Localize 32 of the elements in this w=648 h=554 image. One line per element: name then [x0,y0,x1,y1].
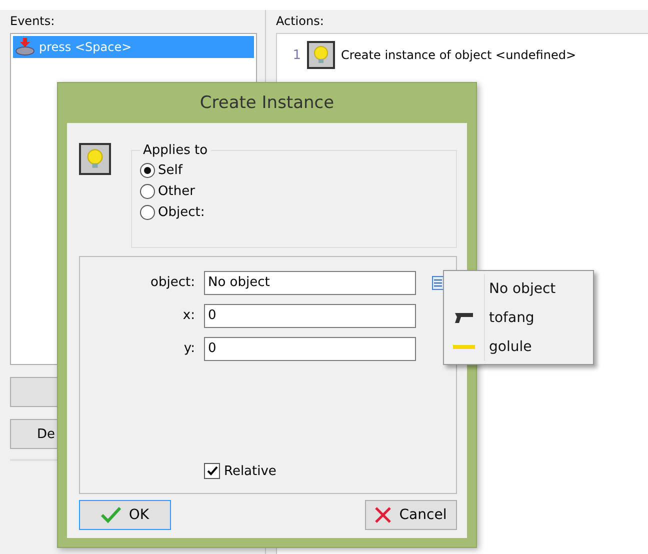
keyboard-icon [15,38,35,56]
close-icon [375,507,392,523]
radio-button[interactable] [140,163,155,178]
ok-button[interactable]: OK [79,500,171,530]
menu-item[interactable]: golule [444,332,593,361]
radio-button[interactable] [140,205,155,220]
dialog-title: Create Instance [198,92,336,115]
relative-checkbox[interactable]: Relative [204,463,456,479]
line-number: 1 [292,48,301,62]
checkmark-icon [206,466,218,476]
actions-label: Actions: [276,14,325,28]
list-icon[interactable] [432,276,444,290]
checkmark-icon [100,507,121,523]
lightbulb-icon [311,45,331,65]
menu-item[interactable]: No object [444,274,593,303]
cancel-button[interactable]: Cancel [365,500,457,530]
radio-option[interactable]: Other [140,181,448,202]
input-field[interactable]: 0 [204,304,416,328]
events-label: Events: [10,14,56,28]
field-label: y: [182,341,196,356]
group-title: Applies to [142,143,209,158]
input-field[interactable]: No object [204,270,416,294]
radio-button[interactable] [140,184,155,199]
radio-option[interactable]: Self [140,160,448,181]
input-field[interactable]: 0 [204,336,416,360]
field-label: x: [182,308,196,323]
action-text[interactable]: Create instance of object <undefined> [341,48,576,62]
field-label: object: [150,275,196,290]
radio-option[interactable]: Object: [140,202,448,223]
bar-icon [453,344,475,348]
gun-icon [454,312,474,324]
menu-item[interactable]: tofang [444,303,593,332]
